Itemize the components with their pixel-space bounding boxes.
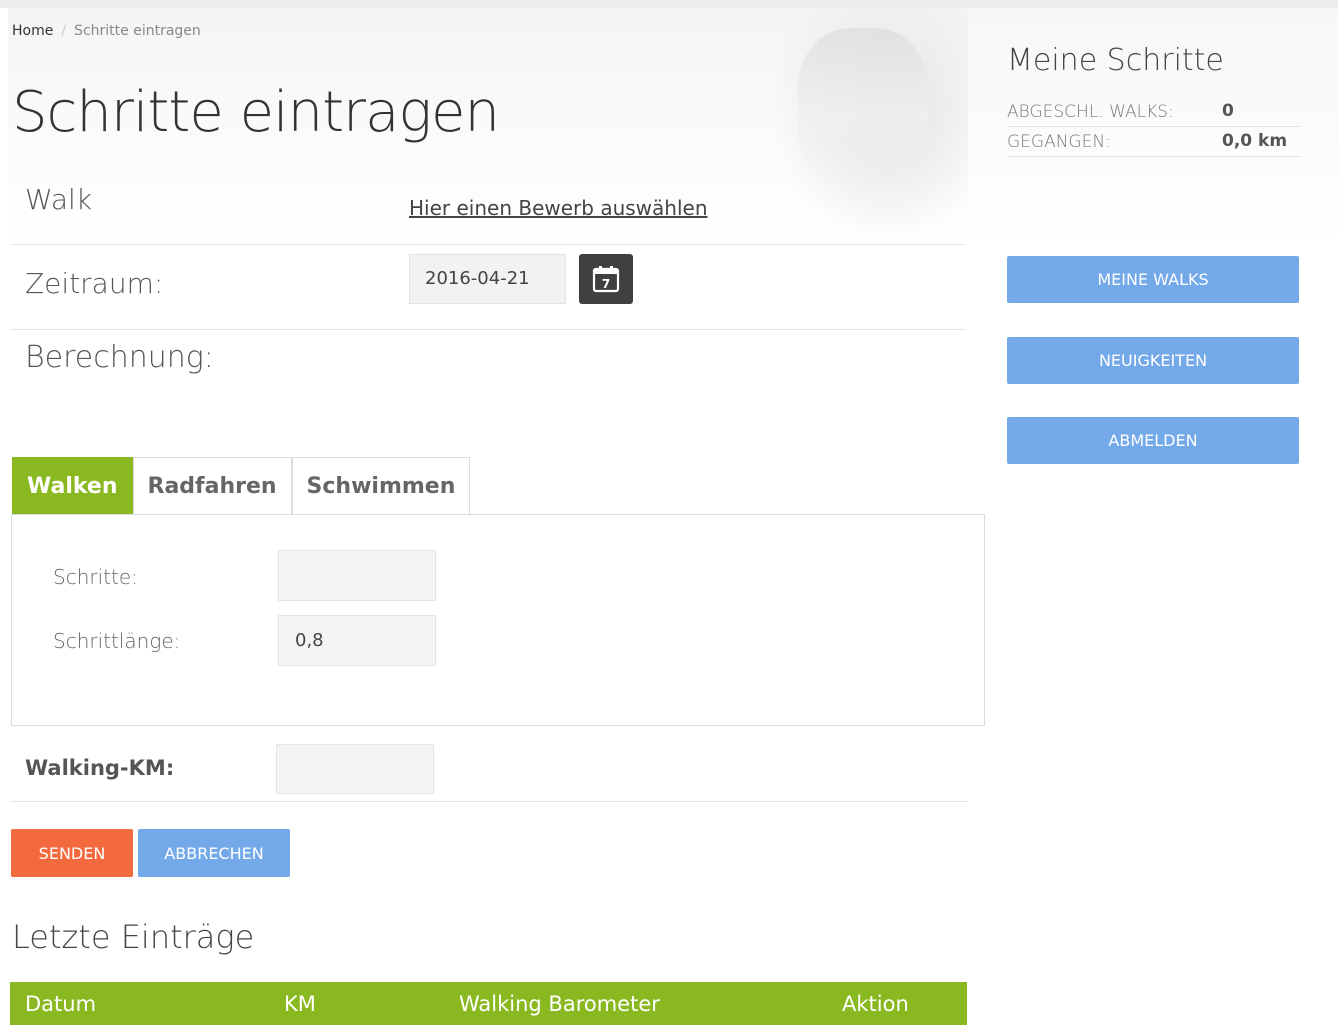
column-header-km: KM [284,992,316,1016]
date-input[interactable]: 2016-04-21 [409,254,566,304]
tab-radfahren[interactable]: Radfahren [132,457,292,515]
stat-completed-walks-value: 0 [1222,101,1234,121]
sidebar-title: Meine Schritte [1007,43,1224,78]
meine-walks-button[interactable]: MEINE WALKS [1007,256,1299,303]
stat-distance-walked: GEGANGEN: 0,0 km [1007,127,1300,157]
select-walk-link[interactable]: Hier einen Bewerb auswählen [409,196,708,220]
recent-entries-table-header: Datum KM Walking Barometer Aktion [10,982,967,1025]
schrittlaenge-input[interactable]: 0,8 [278,615,436,666]
column-header-datum: Datum [25,992,97,1016]
walken-tab-panel: Schritte: Schrittlänge: 0,8 [11,514,985,726]
calendar-icon-day: 7 [602,277,610,291]
walking-km-row: Walking-KM: [10,730,968,802]
stat-distance-walked-label: GEGANGEN: [1007,132,1111,152]
stat-completed-walks-label: ABGESCHL. WALKS: [1007,102,1174,122]
schrittlaenge-label: Schrittlänge: [53,629,181,653]
stat-completed-walks: ABGESCHL. WALKS: 0 [1007,97,1300,127]
recent-entries-title: Letzte Einträge [12,918,255,956]
breadcrumb-home-link[interactable]: Home [12,23,53,39]
senden-button[interactable]: SENDEN [11,829,133,877]
page-title: Schritte eintragen [12,80,500,145]
tab-walken[interactable]: Walken [12,457,133,515]
walking-km-label: Walking-KM: [25,756,175,780]
stat-distance-walked-value: 0,0 km [1222,131,1288,151]
schritte-label: Schritte: [53,565,138,589]
calendar-icon: 7 [592,266,620,293]
top-border [0,0,1338,8]
hero-shoe-highlight [798,28,928,178]
breadcrumb: Home / Schritte eintragen [12,23,201,39]
abbrechen-button[interactable]: ABBRECHEN [138,829,290,877]
breadcrumb-current: Schritte eintragen [74,23,201,39]
schritte-input[interactable] [278,550,436,601]
walk-row: Walk Hier einen Bewerb auswählen [10,175,966,245]
walk-label: Walk [25,183,93,216]
tab-schwimmen[interactable]: Schwimmen [291,457,471,515]
column-header-walking-barometer: Walking Barometer [459,992,660,1016]
activity-tabs: Walken Radfahren Schwimmen [12,457,471,515]
walking-km-input[interactable] [276,744,434,794]
breadcrumb-separator: / [61,23,67,39]
neuigkeiten-button[interactable]: NEUIGKEITEN [1007,337,1299,384]
abmelden-button[interactable]: ABMELDEN [1007,417,1299,464]
berechnung-label: Berechnung: [25,340,214,375]
calendar-button[interactable]: 7 [579,254,633,304]
zeitraum-row: Zeitraum: 2016-04-21 7 [10,245,966,330]
zeitraum-label: Zeitraum: [25,267,164,300]
column-header-aktion: Aktion [842,992,909,1016]
